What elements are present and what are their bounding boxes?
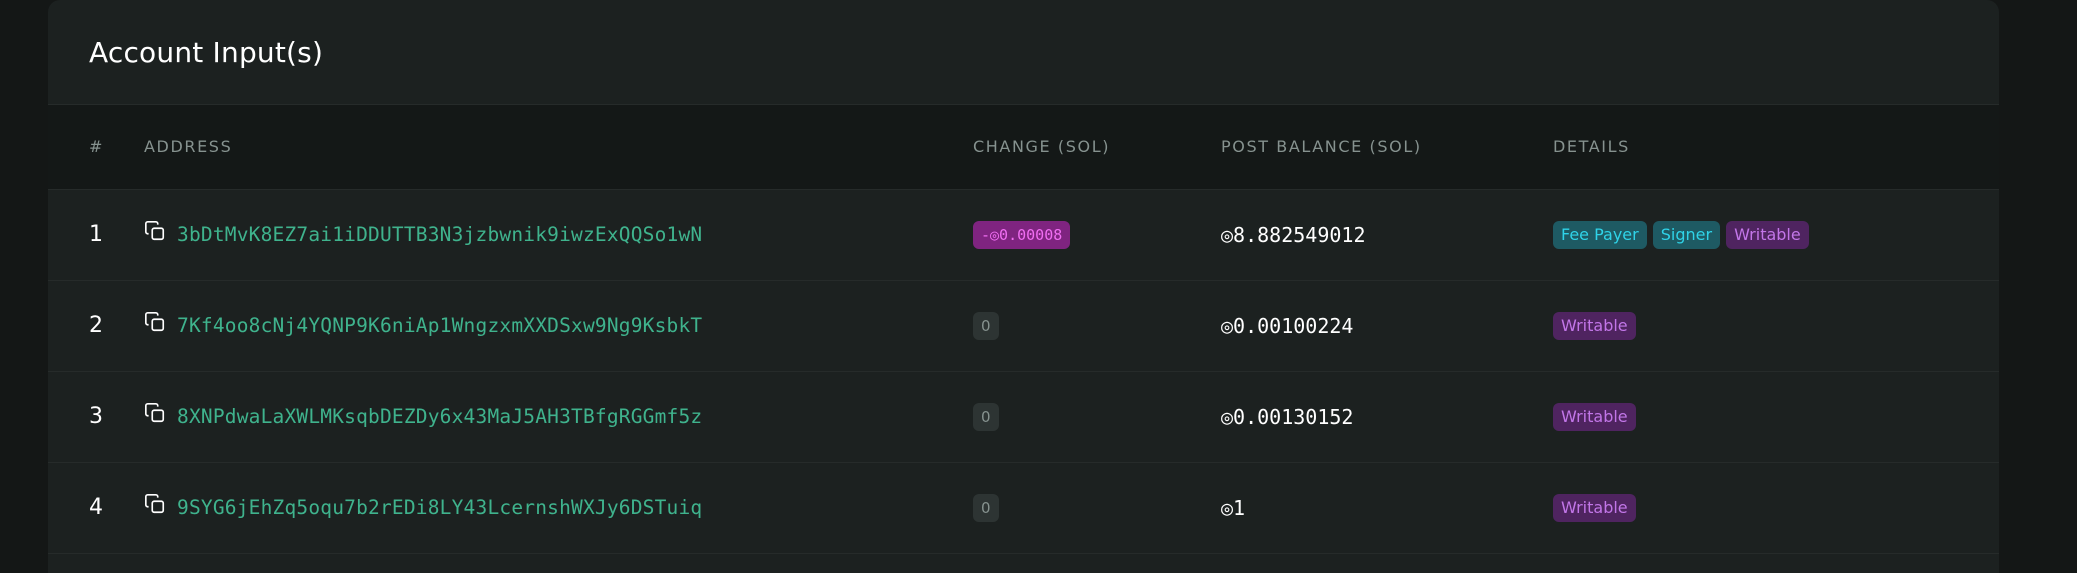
copy-icon[interactable] [144, 493, 166, 515]
change-badge: -◎0.00008 [973, 220, 1071, 249]
details-badges: Fee Payer Signer Writable [1553, 220, 1999, 249]
account-inputs-card: Account Input(s) # ADDRESS CHANGE (SOL) … [48, 0, 1999, 573]
address-wrap: 9SYG6jEhZq5oqu7b2rEDi8LY43LcernshWXJy6DS… [144, 493, 973, 519]
address-cell: 7Kf4oo8cNj4YQNP9K6niAp1WngzxmXXDSxw9Ng9K… [144, 280, 973, 371]
details-badges: Writable [1553, 311, 1999, 340]
post-balance: ◎8.882549012 [1221, 222, 1366, 247]
writable-badge: Writable [1553, 493, 1636, 522]
post-balance: ◎0.00100224 [1221, 313, 1354, 338]
account-inputs-table: # ADDRESS CHANGE (SOL) POST BALANCE (SOL… [48, 105, 1999, 554]
post-balance: ◎1 [1221, 495, 1246, 520]
table-row: 1 3bDtMvK8EZ7ai1iDDUTTB3N3jzbwnik9iwzExQQ… [48, 189, 1999, 280]
writable-badge: Writable [1726, 220, 1809, 249]
table-row: 2 7Kf4oo8cNj4YQNP9K6niAp1WngzxmXXDSxw9Ng9… [48, 280, 1999, 371]
address-link[interactable]: 3bDtMvK8EZ7ai1iDDUTTB3N3jzbwnik9iwzExQQS… [177, 223, 702, 246]
row-number: 2 [89, 313, 103, 338]
address-link[interactable]: 7Kf4oo8cNj4YQNP9K6niAp1WngzxmXXDSxw9Ng9K… [177, 314, 702, 337]
address-link[interactable]: 9SYG6jEhZq5oqu7b2rEDi8LY43LcernshWXJy6DS… [177, 496, 702, 519]
signer-badge: Signer [1652, 220, 1721, 249]
address-link[interactable]: 8XNPdwaLaXWLMKsqbDEZDy6x43MaJ5AH3TBfgRGG… [177, 405, 702, 428]
copy-icon[interactable] [144, 311, 166, 333]
change-cell: 0 [973, 462, 1221, 553]
address-cell: 9SYG6jEhZq5oqu7b2rEDi8LY43LcernshWXJy6DS… [144, 462, 973, 553]
header-details: DETAILS [1553, 105, 1999, 190]
table-row: 3 8XNPdwaLaXWLMKsqbDEZDy6x43MaJ5AH3TBfgRG… [48, 371, 1999, 462]
header-num: # [48, 105, 144, 190]
row-number: 1 [89, 222, 103, 247]
details-cell: Writable [1553, 371, 1999, 462]
copy-icon[interactable] [144, 402, 166, 424]
writable-badge: Writable [1553, 402, 1636, 431]
details-badges: Writable [1553, 493, 1999, 522]
writable-badge: Writable [1553, 311, 1636, 340]
row-number: 4 [89, 495, 103, 520]
fee-payer-badge: Fee Payer [1553, 220, 1647, 249]
change-badge: 0 [973, 311, 999, 340]
change-badge: 0 [973, 402, 999, 431]
card-header: Account Input(s) [48, 0, 1999, 105]
copy-icon[interactable] [144, 220, 166, 242]
header-post-balance: POST BALANCE (SOL) [1221, 105, 1553, 190]
address-wrap: 3bDtMvK8EZ7ai1iDDUTTB3N3jzbwnik9iwzExQQS… [144, 220, 973, 246]
change-badge: 0 [973, 493, 999, 522]
table-header-row: # ADDRESS CHANGE (SOL) POST BALANCE (SOL… [48, 105, 1999, 190]
table-row: 4 9SYG6jEhZq5oqu7b2rEDi8LY43LcernshWXJy6D… [48, 462, 1999, 553]
header-change: CHANGE (SOL) [973, 105, 1221, 190]
details-badges: Writable [1553, 402, 1999, 431]
post-balance: ◎0.00130152 [1221, 404, 1354, 429]
address-cell: 3bDtMvK8EZ7ai1iDDUTTB3N3jzbwnik9iwzExQQS… [144, 189, 973, 280]
change-cell: 0 [973, 371, 1221, 462]
details-cell: Writable [1553, 462, 1999, 553]
change-cell: 0 [973, 280, 1221, 371]
row-number: 3 [89, 404, 103, 429]
address-cell: 8XNPdwaLaXWLMKsqbDEZDy6x43MaJ5AH3TBfgRGG… [144, 371, 973, 462]
change-cell: -◎0.00008 [973, 189, 1221, 280]
header-address: ADDRESS [144, 105, 973, 190]
address-wrap: 8XNPdwaLaXWLMKsqbDEZDy6x43MaJ5AH3TBfgRGG… [144, 402, 973, 428]
address-wrap: 7Kf4oo8cNj4YQNP9K6niAp1WngzxmXXDSxw9Ng9K… [144, 311, 973, 337]
table-body: 1 3bDtMvK8EZ7ai1iDDUTTB3N3jzbwnik9iwzExQQ… [48, 189, 1999, 553]
card-title: Account Input(s) [89, 35, 324, 69]
details-cell: Fee Payer Signer Writable [1553, 189, 1999, 280]
details-cell: Writable [1553, 280, 1999, 371]
